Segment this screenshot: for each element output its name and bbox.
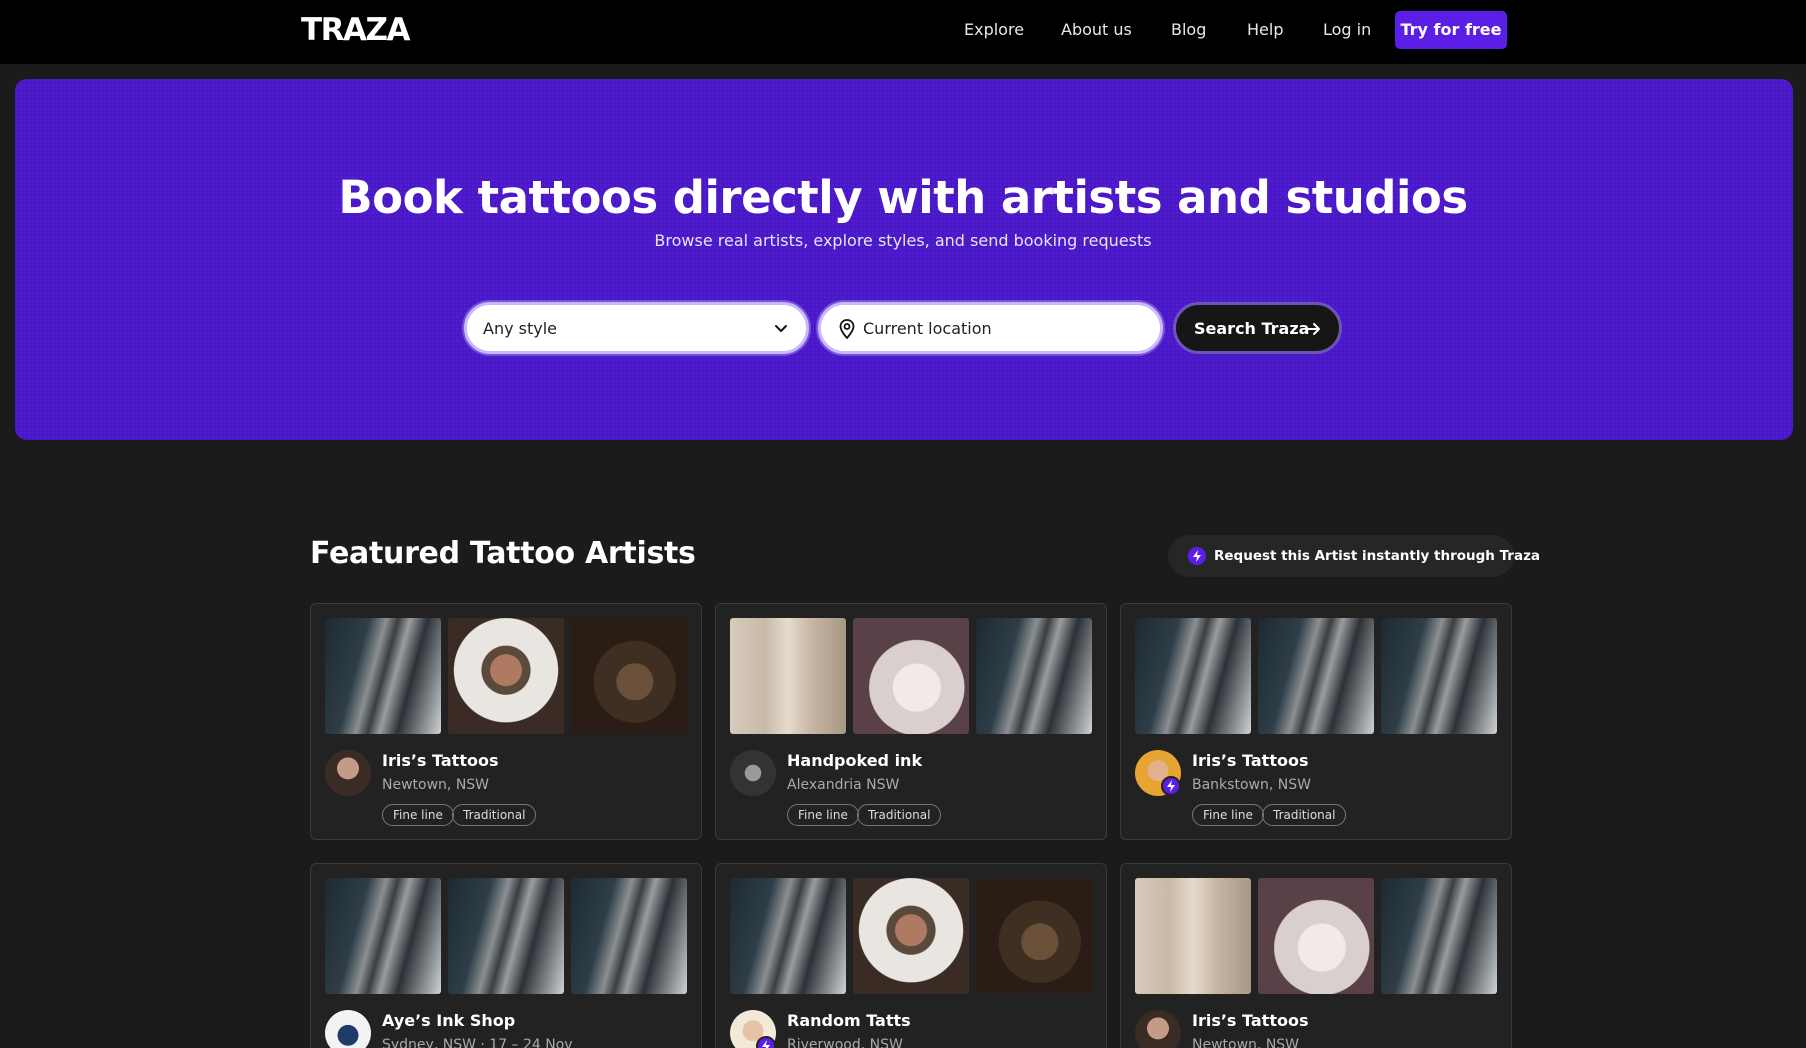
tattoo-photo-sleeve-icon[interactable] [571,878,687,994]
tattoo-photo-sleeve-icon[interactable] [1381,618,1497,734]
artist-card[interactable]: Iris’s Tattoos Newtown, NSW Fine line Tradi… [310,603,702,840]
portrait-white-icon [325,1010,371,1048]
hero-title: Book tattoos directly with artists and s… [338,171,1468,224]
arrow-right-icon [1305,323,1320,335]
try-for-free-button[interactable]: Try for free [1395,11,1507,49]
artist-name[interactable]: Random Tatts [787,1011,911,1031]
artist-card[interactable]: Handpoked ink Alexandria NSW Fine line Trad… [715,603,1107,840]
tattoo-photo-sleeve-icon[interactable] [448,878,564,994]
featured-title: Featured Tattoo Artists [310,536,696,571]
avatar[interactable] [325,1010,371,1048]
search-traza-button[interactable]: Search Traza [1173,302,1342,354]
artist-name[interactable]: Handpoked ink [787,751,922,771]
style-tag[interactable]: Traditional [452,804,537,826]
nav-link-about-us[interactable]: About us [1061,20,1132,40]
tattoo-photo-sleeve-icon[interactable] [730,878,846,994]
avatar[interactable] [730,750,776,796]
artist-location: Sydney, NSW · 17 – 24 Nov [382,1037,573,1048]
artist-name[interactable]: Iris’s Tattoos [382,751,498,771]
tattoo-photo-floral-shoulder-icon[interactable] [571,618,687,734]
lightning-badge-icon [1161,776,1181,796]
tattoo-photo-sleeve-icon[interactable] [1258,618,1374,734]
style-select[interactable]: Any style [464,302,809,354]
tattoo-photo-sleeve-icon[interactable] [325,618,441,734]
tattoo-photo-lotus-forearm-icon[interactable] [1258,878,1374,994]
tattoo-photo-rose-shoulder-icon[interactable] [853,878,969,994]
search-button-label: Search Traza [1194,319,1310,338]
artist-card[interactable]: Iris’s Tattoos Bankstown, NSW Fine line Tra… [1120,603,1512,840]
style-tag[interactable]: Traditional [1262,804,1347,826]
lightning-badge-icon [756,1036,776,1048]
artist-name[interactable]: Iris’s Tattoos [1192,751,1308,771]
tattoo-photo-sleeve-icon[interactable] [1135,618,1251,734]
avatar[interactable] [1135,1010,1181,1048]
artist-name[interactable]: Aye’s Ink Shop [382,1011,515,1031]
style-tag[interactable]: Traditional [857,804,942,826]
artist-location: Newtown, NSW [382,777,490,793]
hands-bw-icon [730,750,776,796]
traza-logo[interactable]: TRAZA [301,14,410,46]
artist-location: Alexandria NSW [787,777,900,793]
avatar[interactable] [325,750,371,796]
avatar[interactable] [1135,750,1181,796]
style-tag[interactable]: Fine line [1192,804,1264,826]
location-field[interactable] [818,302,1163,354]
request-pill-label: Request this Artist instantly through Tr… [1214,548,1541,564]
tattoo-photo-sleeve-icon[interactable] [976,618,1092,734]
artist-name[interactable]: Iris’s Tattoos [1192,1011,1308,1031]
artist-card[interactable]: Random Tatts Riverwood, NSW [715,863,1107,1048]
tattoo-photo-lotus-forearm-icon[interactable] [853,618,969,734]
top-nav: TRAZA Explore About us Blog Help Log in … [0,0,1806,64]
map-pin-icon [839,319,855,340]
artist-card[interactable]: Aye’s Ink Shop Sydney, NSW · 17 – 24 Nov [310,863,702,1048]
hero-subtitle: Browse real artists, explore styles, and… [654,231,1152,250]
nav-link-explore[interactable]: Explore [964,20,1024,40]
portrait-dark-icon [1135,1010,1181,1048]
style-tag[interactable]: Fine line [787,804,859,826]
artist-location: Newtown, NSW [1192,1037,1300,1048]
request-artist-pill[interactable]: Request this Artist instantly through Tr… [1168,535,1540,577]
avatar[interactable] [730,1010,776,1048]
tattoo-photo-sleeve-icon[interactable] [325,878,441,994]
nav-link-log-in[interactable]: Log in [1323,20,1371,40]
nav-link-blog[interactable]: Blog [1171,20,1206,40]
location-input[interactable] [863,315,1143,341]
tattoo-photo-rose-shoulder-icon[interactable] [448,618,564,734]
hero-banner [15,79,1793,440]
tattoo-photo-fineline-arms-icon[interactable] [1135,878,1251,994]
portrait-dark-icon [325,750,371,796]
chevron-down-icon [775,325,787,332]
artist-location: Riverwood, NSW [787,1037,903,1048]
nav-link-help[interactable]: Help [1247,20,1283,40]
style-select-value: Any style [483,319,558,338]
artist-location: Bankstown, NSW [1192,777,1311,793]
tattoo-photo-floral-shoulder-icon[interactable] [976,878,1092,994]
tattoo-photo-fineline-arms-icon[interactable] [730,618,846,734]
lightning-icon [1188,547,1206,565]
artist-card[interactable]: Iris’s Tattoos Newtown, NSW [1120,863,1512,1048]
tattoo-photo-sleeve-icon[interactable] [1381,878,1497,994]
style-tag[interactable]: Fine line [382,804,454,826]
